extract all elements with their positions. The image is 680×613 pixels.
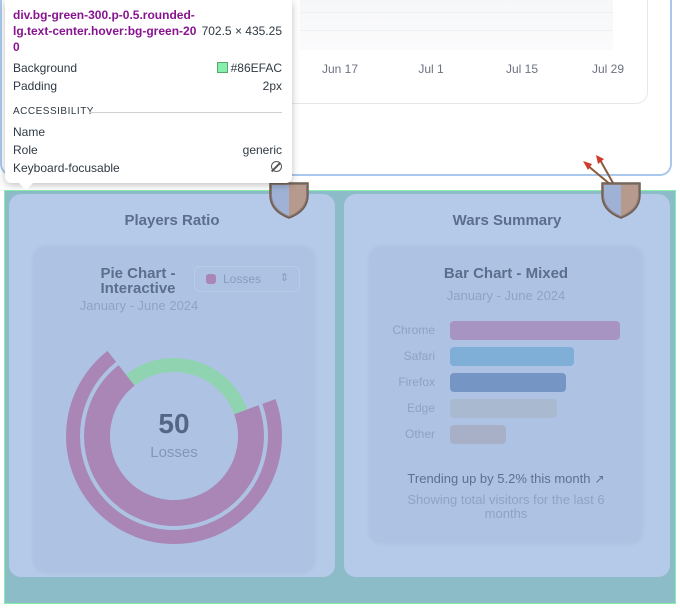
area-chart-plot	[300, 0, 613, 50]
donut-center-label: Losses	[150, 444, 198, 461]
x-tick-label: Jul 1	[418, 62, 444, 76]
bar-category-label: Edge	[406, 401, 435, 415]
padding-row: Padding 2px	[13, 79, 282, 95]
element-size: 702.5 × 435.25	[201, 24, 282, 38]
row-label: Keyboard-focusable	[13, 161, 120, 175]
bar-firefox[interactable]	[450, 373, 566, 392]
bar-chart-plot: Chrome Safari Firefox Edge Other	[370, 321, 642, 451]
series-select[interactable]: Losses ⇕	[194, 266, 300, 292]
element-selector: div.bg-green-300.p-0.5.rounded-lg.text-c…	[13, 8, 197, 54]
not-focusable-icon	[271, 161, 282, 172]
bar-other[interactable]	[450, 425, 506, 444]
shield-icon	[601, 182, 641, 219]
wars-summary-panel[interactable]: Wars Summary Bar Chart - Mixed January -…	[344, 194, 670, 577]
trending-up-icon: ↗	[594, 472, 605, 486]
row-label: Role	[13, 143, 38, 157]
card-footer: Showing total visitors for the last 6 mo…	[407, 492, 605, 521]
inspector-tooltip: div.bg-green-300.p-0.5.rounded-lg.text-c…	[5, 0, 292, 190]
bar-category-label: Firefox	[398, 375, 435, 389]
legend-swatch	[206, 274, 216, 284]
bar-safari[interactable]	[450, 347, 574, 366]
donut-slice[interactable]	[125, 358, 248, 415]
shield-icon	[269, 182, 309, 219]
bar-category-label: Other	[404, 427, 435, 441]
accessibility-heading: ACCESSIBILITY	[13, 106, 282, 117]
card-title: Bar Chart - Mixed	[443, 265, 569, 282]
card-title: Pie Chart - Interactive	[100, 265, 176, 297]
x-tick-label: Jul 15	[505, 62, 539, 76]
trend-text: Trending up by 5.2% this month	[407, 471, 591, 486]
x-tick-label: Jul 29	[591, 62, 625, 76]
keyboard-focusable-row: Keyboard-focusable	[13, 161, 282, 177]
row-value: #86EFAC	[230, 61, 282, 75]
bar-chrome[interactable]	[450, 321, 620, 340]
background-row: Background #86EFAC	[13, 61, 282, 77]
pie-chart-card: Pie Chart - Interactive January - June 2…	[34, 246, 314, 571]
x-tick-label: Jun 17	[321, 62, 359, 76]
color-swatch	[216, 62, 228, 73]
trend-line: Trending up by 5.2% this month ↗	[370, 471, 642, 486]
row-label: Background	[13, 61, 78, 75]
donut-center-value: 50	[158, 408, 190, 439]
bar-category-label: Chrome	[392, 323, 435, 337]
row-label: Name	[13, 125, 46, 139]
bar-chart-card: Bar Chart - Mixed January - June 2024 Ch…	[370, 246, 642, 542]
name-row: Name	[13, 125, 282, 141]
bar-edge[interactable]	[450, 399, 557, 418]
row-value: 2px	[262, 79, 282, 93]
role-row: Role generic	[13, 143, 282, 159]
bar-category-label: Safari	[403, 349, 435, 363]
chevron-updown-icon: ⇕	[279, 272, 289, 284]
row-value: generic	[242, 143, 282, 157]
players-ratio-panel[interactable]: Players Ratio Pie Chart - Interactive Ja…	[9, 194, 335, 577]
row-label: Padding	[13, 79, 58, 93]
green-highlight-container[interactable]: Players Ratio Pie Chart - Interactive Ja…	[4, 190, 676, 604]
select-value: Losses	[223, 272, 262, 286]
card-subtitle: January - June 2024	[79, 298, 199, 313]
card-subtitle: January - June 2024	[446, 288, 566, 303]
